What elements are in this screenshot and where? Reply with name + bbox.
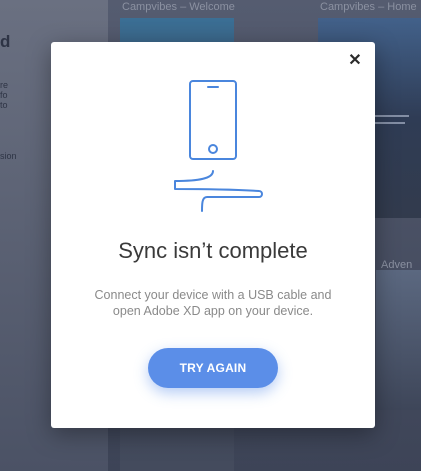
phone-icon <box>189 80 237 160</box>
artboard-label-welcome[interactable]: Campvibes – Welcome <box>122 1 235 13</box>
artboard-text-line <box>375 122 405 124</box>
close-icon[interactable]: ✕ <box>347 53 363 69</box>
left-panel-word: sion <box>0 151 17 161</box>
dialog-title: Sync isn’t complete <box>118 238 308 263</box>
artboard-adventure[interactable] <box>376 270 421 410</box>
phone-cable-illustration <box>174 80 263 212</box>
artboard-text-line <box>375 115 409 117</box>
left-panel-line: fo <box>0 90 8 100</box>
dialog-description-line: open Adobe XD app on your device. <box>112 304 314 318</box>
sync-dialog: ✕ Sync isn’t complete Connect your devic… <box>51 42 375 428</box>
artboard-label-home[interactable]: Campvibes – Home <box>320 1 417 13</box>
left-panel-heading: d <box>0 32 11 51</box>
dialog-description: Connect your device with a USB cable and… <box>71 287 355 319</box>
left-panel-line: re <box>0 80 9 90</box>
try-again-button[interactable]: TRY AGAIN <box>148 348 278 388</box>
cable-icon <box>174 170 263 212</box>
left-panel-line: to <box>0 100 8 110</box>
dialog-description-line: Connect your device with a USB cable and <box>94 288 332 302</box>
